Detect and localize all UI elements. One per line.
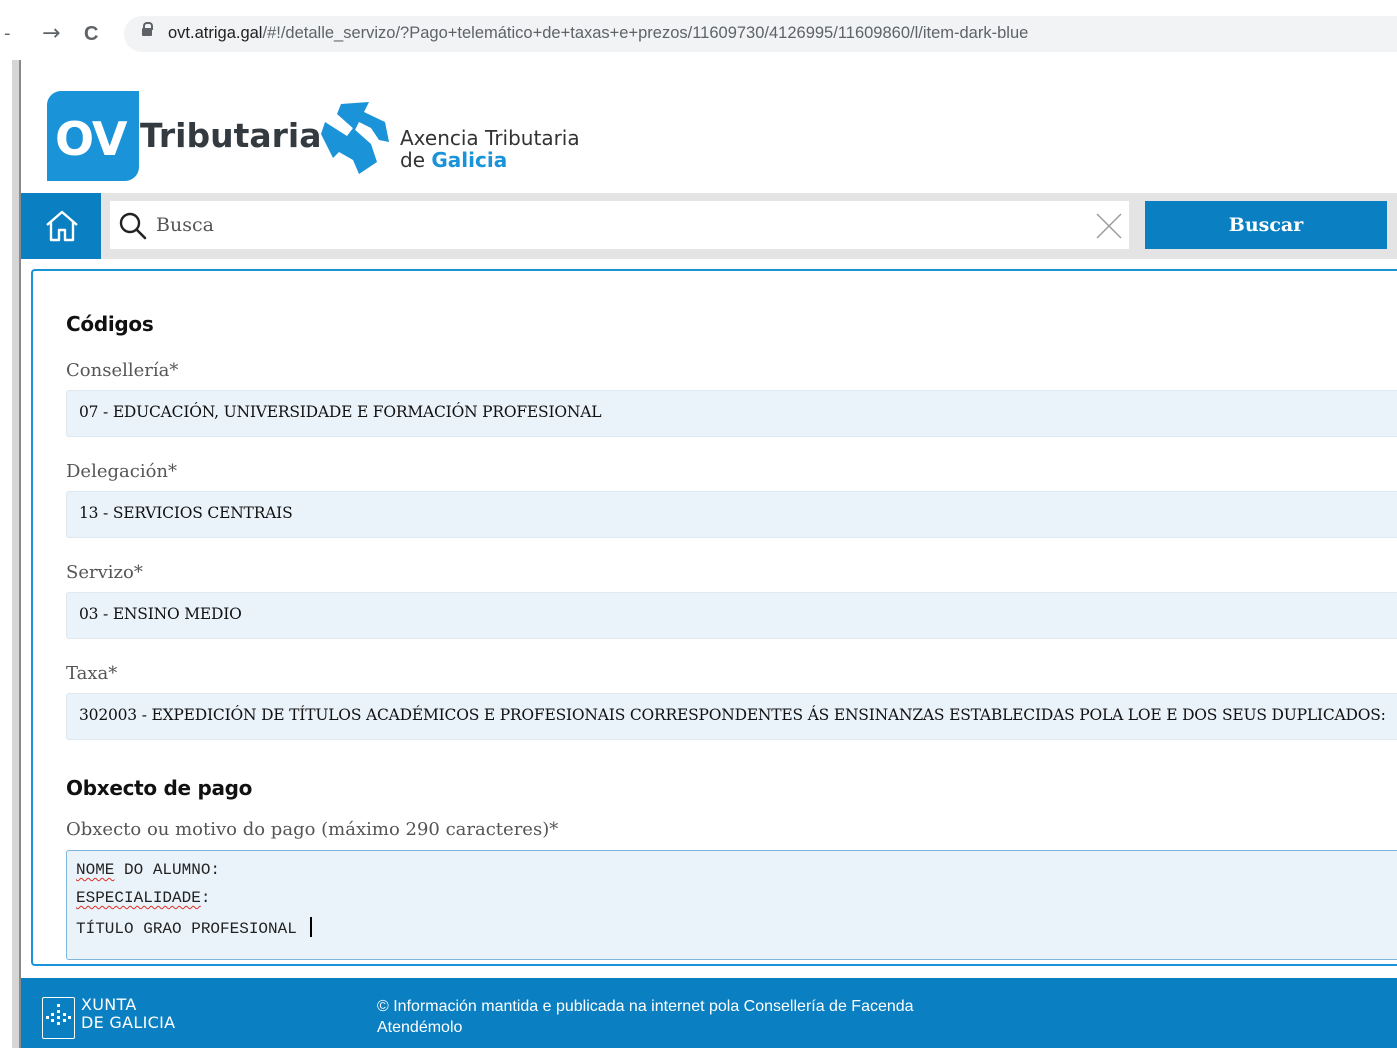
xunta-line2: DE GALICIA xyxy=(81,1013,176,1032)
reload-icon[interactable]: C xyxy=(84,18,98,50)
conselleria-field[interactable]: 07 - EDUCACIÓN, UNIVERSIDADE E FORMACIÓN… xyxy=(66,390,1397,437)
lock-icon[interactable] xyxy=(142,22,153,36)
servizo-value: 03 - ENSINO MEDIO xyxy=(79,605,242,623)
url-text[interactable]: ovt.atriga.gal/#!/detalle_servizo/?Pago+… xyxy=(168,24,1028,43)
obxecto-title: Obxecto de pago xyxy=(66,776,253,800)
spellcheck-word: NOME xyxy=(76,861,115,879)
obxecto-label: Obxecto ou motivo do pago (máximo 290 ca… xyxy=(66,819,559,840)
textarea-line-3: TÍTULO GRAO PROFESIONAL xyxy=(76,917,312,938)
codigos-title: Códigos xyxy=(66,312,154,336)
xunta-logo-icon[interactable] xyxy=(42,997,75,1039)
textarea-line-2: ESPECIALIDADE: xyxy=(76,889,210,907)
delegacion-label: Delegación* xyxy=(66,461,178,482)
xunta-emblem-icon xyxy=(46,1004,71,1025)
spellcheck-word: ESPECIALIDADE xyxy=(76,889,201,907)
ov-logo-text[interactable]: OV xyxy=(55,112,127,166)
taxa-label: Taxa* xyxy=(66,663,118,684)
textarea-line-1-rest: DO ALUMNO: xyxy=(114,861,221,879)
xunta-text[interactable]: XUNTA DE GALICIA xyxy=(81,996,175,1032)
search-box[interactable] xyxy=(110,201,1129,249)
url-domain: ovt.atriga.gal xyxy=(168,24,263,42)
home-icon xyxy=(46,210,78,242)
url-path: /#!/detalle_servizo/?Pago+telemático+de+… xyxy=(262,24,1029,42)
search-button[interactable]: Buscar xyxy=(1145,201,1387,249)
address-bar[interactable]: ovt.atriga.gal/#!/detalle_servizo/?Pago+… xyxy=(124,16,1397,52)
content-panel: Códigos Consellería* 07 - EDUCACIÓN, UNI… xyxy=(31,269,1397,966)
footer-info: © Información mantida e publicada na int… xyxy=(377,996,914,1038)
agency-line2-prefix: de xyxy=(400,148,432,172)
search-input[interactable] xyxy=(156,201,1076,249)
conselleria-label: Consellería* xyxy=(66,360,179,381)
footer-atendemolo-link[interactable]: Atendémolo xyxy=(377,1017,914,1038)
page: OV Tributaria Axencia Tributaria de Gali… xyxy=(21,60,1397,1048)
textarea-line-3-text: TÍTULO GRAO PROFESIONAL xyxy=(76,920,307,938)
delegacion-value: 13 - SERVICIOS CENTRAIS xyxy=(79,504,293,522)
footer-info-line1: © Información mantida e publicada na int… xyxy=(377,998,914,1015)
taxa-value: 302003 - EXPEDICIÓN DE TÍTULOS ACADÉMICO… xyxy=(79,706,1386,724)
textarea-line-2-rest: : xyxy=(200,889,211,907)
servizo-field[interactable]: 03 - ENSINO MEDIO xyxy=(66,592,1397,639)
textarea-line-1: NOME DO ALUMNO: xyxy=(76,861,220,879)
close-icon[interactable] xyxy=(1095,212,1123,240)
agency-line2-bold: Galicia xyxy=(431,148,508,172)
home-button[interactable] xyxy=(21,193,101,259)
tributaria-logo-text[interactable]: Tributaria xyxy=(140,116,321,155)
obxecto-textarea[interactable]: NOME DO ALUMNO: ESPECIALIDADE: TÍTULO GR… xyxy=(66,850,1397,960)
footer: XUNTA DE GALICIA © Información mantida e… xyxy=(21,978,1397,1048)
text-caret xyxy=(310,917,312,937)
xunta-line1: XUNTA xyxy=(81,995,137,1014)
conselleria-value: 07 - EDUCACIÓN, UNIVERSIDADE E FORMACIÓN… xyxy=(79,403,602,421)
browser-chrome: - → C ovt.atriga.gal/#!/detalle_servizo/… xyxy=(0,0,1397,60)
search-row: Buscar xyxy=(21,193,1397,259)
agency-name-line1: Axencia Tributaria xyxy=(400,126,580,150)
delegacion-field[interactable]: 13 - SERVICIOS CENTRAIS xyxy=(66,491,1397,538)
search-icon[interactable] xyxy=(118,211,148,241)
forward-icon[interactable]: → xyxy=(42,18,60,50)
agency-name-line2: de Galicia xyxy=(400,148,507,172)
back-icon[interactable]: - xyxy=(4,18,11,50)
axencia-tributaria-logo-icon[interactable] xyxy=(319,100,391,175)
taxa-field[interactable]: 302003 - EXPEDICIÓN DE TÍTULOS ACADÉMICO… xyxy=(66,693,1397,740)
servizo-label: Servizo* xyxy=(66,562,143,583)
